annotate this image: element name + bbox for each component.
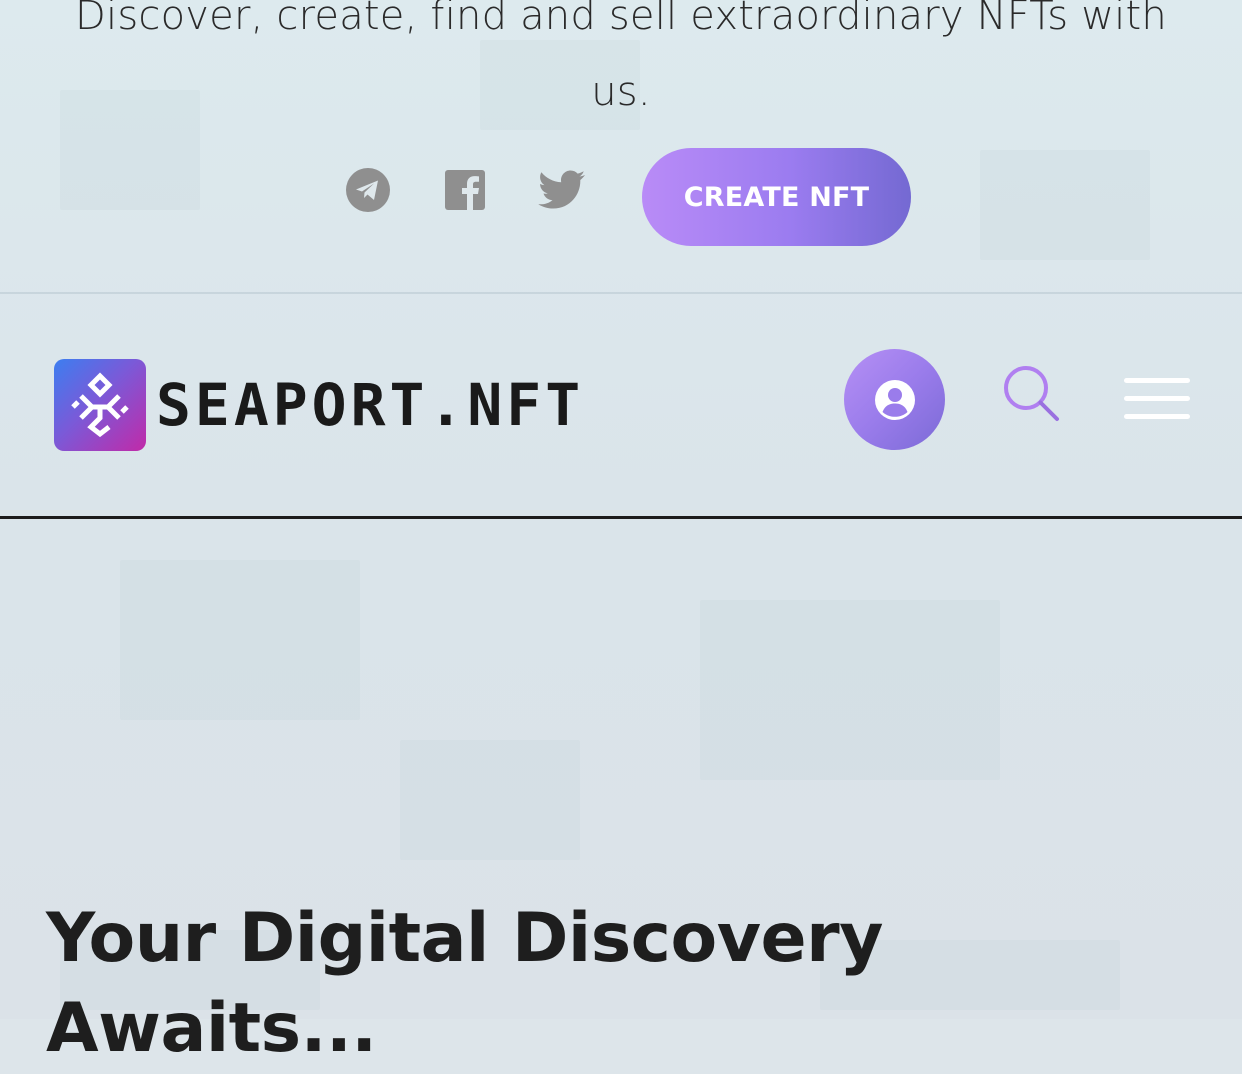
background-tile [400,740,580,860]
header-divider [0,516,1242,519]
facebook-icon[interactable] [440,165,490,215]
site-header: SEAPORT.NFT [0,294,1242,516]
hamburger-menu-button[interactable] [1124,376,1192,422]
create-nft-button[interactable]: CREATE NFT [642,148,911,246]
logo-wordmark: SEAPORT.NFT [156,371,585,439]
social-links [0,165,1242,221]
user-account-button[interactable] [844,349,945,450]
logo-mark-icon [54,359,146,451]
hero-tagline: Discover, create, find and sell extraord… [75,0,1167,115]
background-tile [700,600,1000,780]
page-headline: Your Digital Discovery Awaits... [46,898,884,1068]
twitter-icon[interactable] [537,165,587,215]
search-icon [1004,366,1059,421]
site-logo[interactable]: SEAPORT.NFT [54,359,584,451]
telegram-icon[interactable] [343,165,393,215]
search-button[interactable] [1000,362,1064,426]
user-circle-icon [874,379,915,420]
hero-section: Discover, create, find and sell extraord… [0,0,1242,292]
background-tile [120,560,360,720]
